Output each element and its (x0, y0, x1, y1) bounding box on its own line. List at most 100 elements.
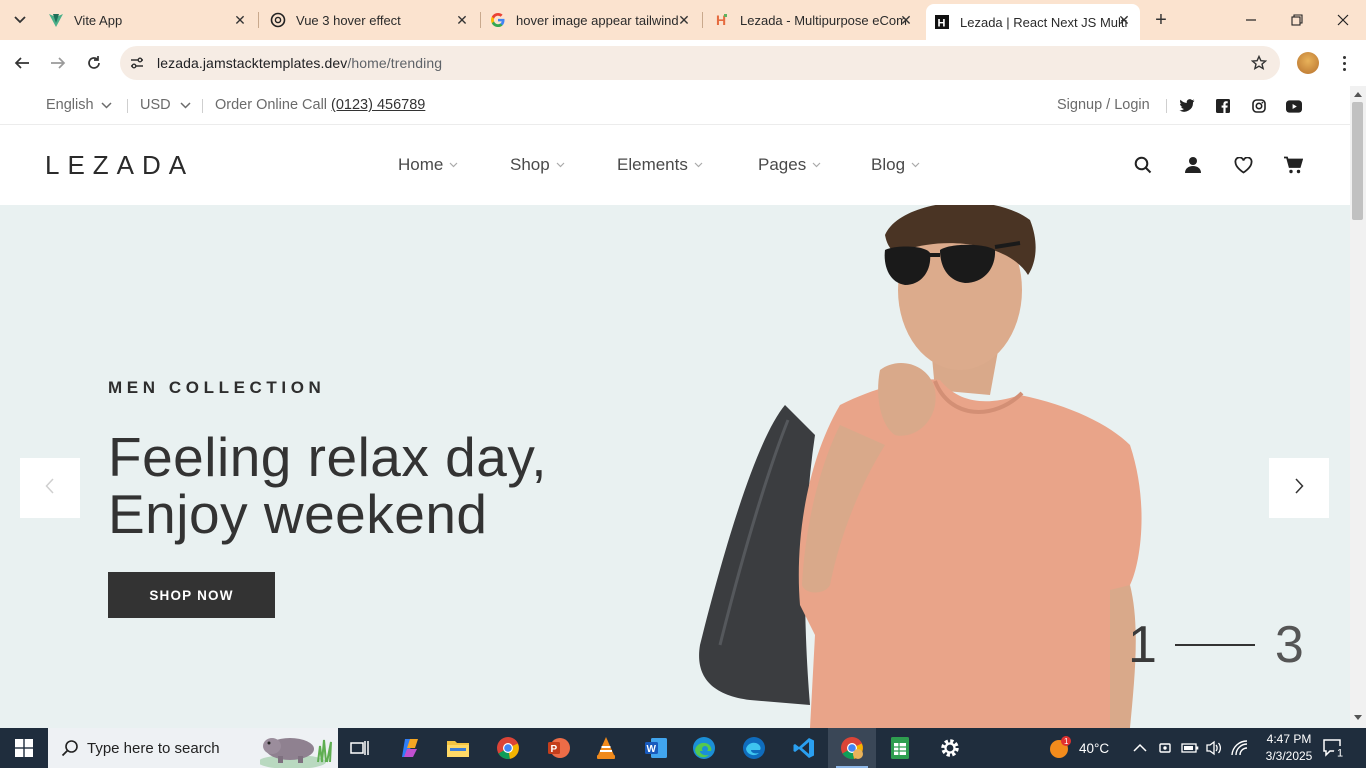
file-explorer-icon[interactable] (434, 728, 482, 768)
browser-menu-icon[interactable] (1336, 50, 1352, 76)
edge-icon[interactable] (680, 728, 728, 768)
vlc-icon[interactable] (582, 728, 630, 768)
nav-shop[interactable]: Shop (510, 155, 565, 175)
close-tab-icon[interactable]: ✕ (898, 12, 914, 28)
nav-elements[interactable]: Elements (617, 155, 703, 175)
site-info-icon[interactable] (128, 54, 146, 72)
scrollbar-thumb[interactable] (1352, 102, 1363, 220)
divider (1166, 99, 1167, 113)
chrome-icon[interactable] (484, 728, 532, 768)
minimize-icon[interactable] (1236, 8, 1266, 32)
chatgpt-icon (270, 12, 286, 28)
new-tab-button[interactable]: + (1149, 8, 1173, 32)
chevron-down-icon (911, 162, 920, 168)
tab-separator (480, 12, 481, 28)
youtube-icon[interactable] (1286, 98, 1302, 114)
next-slide-button[interactable] (1269, 458, 1329, 518)
bookmark-star-icon[interactable] (1250, 54, 1268, 72)
order-online: Order Online Call (0123) 456789 (215, 97, 425, 113)
sheets-icon[interactable] (876, 728, 924, 768)
taskbar-search-box[interactable]: Type here to search (48, 728, 338, 768)
back-icon[interactable] (10, 51, 34, 75)
heart-icon[interactable] (1233, 155, 1253, 175)
weather-temp: 40°C (1079, 740, 1110, 756)
language-label: English (46, 97, 94, 113)
word-icon[interactable]: W (632, 728, 680, 768)
svg-text:W: W (647, 744, 657, 755)
chevron-down-icon (694, 162, 703, 168)
notification-count: 1 (1337, 748, 1343, 760)
prev-slide-button[interactable] (20, 458, 80, 518)
svg-text:P: P (551, 744, 558, 755)
notification-center-icon[interactable]: 1 (1322, 736, 1346, 760)
forward-icon[interactable] (46, 51, 70, 75)
web-page: English USD Order Online Call (0123) 456… (0, 86, 1350, 728)
windows-taskbar: Type here to search P W 1 40°C 4:47 PM 3… (0, 728, 1366, 768)
phone-link[interactable]: (0123) 456789 (331, 97, 425, 113)
address-bar[interactable]: lezada.jamstacktemplates.dev/home/trendi… (120, 46, 1280, 80)
url-path: /home/trending (347, 55, 443, 71)
nav-pages[interactable]: Pages (758, 155, 821, 175)
chrome-profile-icon[interactable] (828, 728, 876, 768)
close-window-icon[interactable] (1328, 8, 1358, 32)
copilot-icon[interactable] (386, 728, 434, 768)
tab-title: Lezada - Multipurpose eCom (740, 12, 907, 28)
cart-icon[interactable] (1283, 155, 1303, 175)
wifi-icon[interactable] (1230, 728, 1248, 768)
chevron-down-icon (101, 101, 112, 109)
weather-widget[interactable]: 1 40°C (1048, 728, 1109, 768)
profile-avatar[interactable] (1297, 52, 1319, 74)
scroll-up-icon[interactable] (1354, 90, 1362, 98)
tab-lezada-react-active[interactable]: H Lezada | React Next JS Multi ✕ (926, 4, 1140, 40)
reload-icon[interactable] (82, 51, 106, 75)
edge-dev-icon[interactable] (730, 728, 778, 768)
site-logo[interactable]: LEZADA (45, 150, 194, 181)
task-view-icon[interactable] (336, 728, 384, 768)
weather-sun-icon: 1 (1050, 736, 1071, 758)
divider (127, 99, 128, 113)
chevron-right-icon (1294, 477, 1304, 499)
google-icon (490, 12, 506, 28)
page-scrollbar[interactable] (1350, 86, 1366, 728)
counter-line (1174, 644, 1255, 646)
system-clock[interactable]: 4:47 PM 3/3/2025 (1258, 731, 1320, 765)
shop-now-button[interactable]: SHOP NOW (108, 572, 275, 618)
close-tab-icon[interactable]: ✕ (676, 12, 692, 28)
tab-list-button[interactable] (6, 8, 34, 32)
show-hidden-icons[interactable] (1133, 728, 1147, 768)
nav-blog[interactable]: Blog (871, 155, 920, 175)
meet-now-icon[interactable] (1157, 728, 1173, 768)
tab-vite-app[interactable]: Vite App ✕ (38, 0, 256, 40)
twitter-icon[interactable] (1179, 98, 1195, 114)
user-icon[interactable] (1183, 155, 1203, 175)
svg-text:H: H (938, 18, 946, 30)
windows-start-icon[interactable] (0, 728, 48, 768)
facebook-icon[interactable] (1215, 98, 1231, 114)
vscode-icon[interactable] (780, 728, 828, 768)
tab-google-search[interactable]: hover image appear tailwind ✕ (482, 0, 700, 40)
settings-icon[interactable] (926, 728, 974, 768)
close-tab-icon[interactable]: ✕ (232, 12, 248, 28)
powerpoint-icon[interactable]: P (534, 728, 582, 768)
currency-selector[interactable]: USD (140, 97, 191, 113)
vite-icon (48, 12, 64, 28)
nav-home[interactable]: Home (398, 155, 458, 175)
tab-lezada-multipurpose[interactable]: H Lezada - Multipurpose eCom ✕ (704, 0, 922, 40)
tab-title: Lezada | React Next JS Multi (960, 14, 1128, 30)
volume-icon[interactable] (1205, 728, 1223, 768)
battery-icon[interactable] (1181, 728, 1199, 768)
close-tab-icon[interactable]: ✕ (1116, 12, 1132, 28)
language-selector[interactable]: English (46, 97, 112, 113)
clock-time: 4:47 PM (1266, 732, 1312, 746)
lezada-h-icon: H (934, 14, 950, 30)
close-tab-icon[interactable]: ✕ (454, 12, 470, 28)
scroll-down-icon[interactable] (1354, 714, 1362, 722)
tab-title: Vue 3 hover effect (296, 12, 401, 28)
headline-line-1: Feeling relax day, (108, 426, 548, 488)
nav-label: Blog (871, 155, 906, 174)
signup-login-link[interactable]: Signup / Login (1057, 97, 1150, 113)
restore-icon[interactable] (1282, 8, 1312, 32)
search-icon[interactable] (1133, 155, 1153, 175)
tab-vue-hover[interactable]: Vue 3 hover effect ✕ (260, 0, 478, 40)
instagram-icon[interactable] (1251, 98, 1267, 114)
